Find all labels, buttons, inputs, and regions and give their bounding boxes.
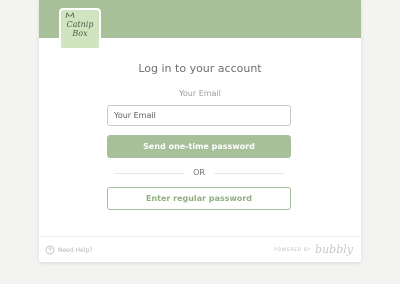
send-one-time-password-button[interactable]: Send one-time password bbox=[107, 135, 291, 158]
logo-text-line1: Catnip bbox=[66, 20, 94, 29]
email-label: Your Email bbox=[179, 89, 221, 98]
brand-logo: Catnip Box bbox=[59, 8, 101, 50]
bubbly-logo[interactable]: bubbly bbox=[315, 243, 353, 256]
page-title: Log in to your account bbox=[138, 62, 262, 75]
cat-ears-icon bbox=[65, 12, 75, 18]
need-help-label: Need Help? bbox=[58, 246, 93, 254]
need-help-link[interactable]: Need Help? bbox=[45, 244, 92, 256]
email-field[interactable] bbox=[107, 105, 291, 126]
powered-by: POWERED BY bubbly bbox=[274, 241, 353, 257]
powered-by-label: POWERED BY bbox=[274, 246, 312, 252]
or-divider: OR bbox=[114, 168, 284, 178]
help-circle-icon bbox=[45, 245, 55, 255]
footer-divider bbox=[39, 236, 361, 237]
divider-line-right bbox=[214, 173, 284, 174]
logo-text-line2: Box bbox=[72, 29, 88, 38]
enter-regular-password-button[interactable]: Enter regular password bbox=[107, 187, 291, 210]
login-card: Catnip Box Log in to your account Your E… bbox=[39, 0, 361, 262]
